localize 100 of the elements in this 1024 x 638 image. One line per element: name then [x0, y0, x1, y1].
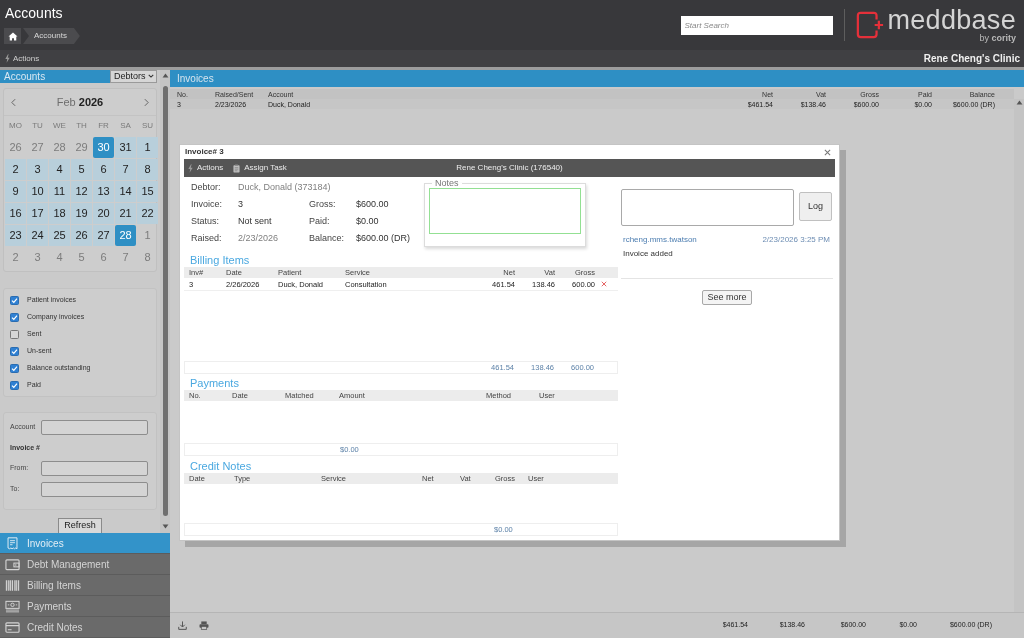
toolbar-button[interactable]: Assign Task: [233, 162, 287, 174]
calendar-day[interactable]: 28: [115, 225, 136, 246]
download-icon[interactable]: [178, 621, 187, 630]
weekday-label: SA: [119, 120, 132, 132]
calendar-day[interactable]: 17: [27, 203, 48, 224]
caret-icon: [148, 74, 154, 78]
calendar-day[interactable]: 22: [137, 203, 158, 224]
weekday-label: MO: [8, 120, 23, 132]
calendar-day[interactable]: 7: [115, 159, 136, 180]
checkbox[interactable]: [10, 330, 19, 339]
input-field[interactable]: [41, 420, 148, 435]
calendar-day[interactable]: 5: [71, 159, 92, 180]
calendar-day[interactable]: 30: [93, 137, 114, 158]
page-title: Accounts: [5, 4, 63, 22]
calendar-day[interactable]: 13: [93, 181, 114, 202]
notes-field[interactable]: [429, 188, 581, 234]
calendar-day[interactable]: 8: [137, 159, 158, 180]
calendar-day[interactable]: 6: [93, 159, 114, 180]
breadcrumb-item[interactable]: Accounts: [23, 28, 80, 44]
nav-item[interactable]: Billing Items: [0, 575, 170, 596]
field-value: $600.00 (DR): [356, 231, 412, 245]
calendar-day[interactable]: 20: [93, 203, 114, 224]
field-label: Debtor:: [191, 180, 222, 194]
field-value: $600.00: [356, 197, 390, 211]
field-value: $0.00: [356, 214, 380, 228]
checkbox[interactable]: [10, 296, 19, 305]
checkbox[interactable]: [10, 313, 19, 322]
calendar-day[interactable]: 1: [137, 137, 158, 158]
print-icon[interactable]: [199, 621, 209, 630]
calendar-day[interactable]: 10: [27, 181, 48, 202]
logo-wordmark: meddbase: [887, 7, 1016, 33]
timestamp: 2/23/2026 3:25 PM: [762, 234, 830, 246]
clinic-name: Rene Cheng's Clinic (176540): [456, 162, 563, 174]
month-label: Feb 2026: [56, 94, 104, 110]
field-value: 3: [238, 197, 244, 211]
bolt-icon: [188, 163, 193, 173]
wallet-icon: [5, 557, 20, 571]
nav-item[interactable]: Credit Notes: [0, 617, 170, 638]
toolbar-button[interactable]: Actions: [188, 162, 224, 174]
log-button[interactable]: Log: [799, 192, 832, 221]
field-label: Raised:: [191, 231, 223, 245]
close-icon[interactable]: [824, 148, 831, 156]
calendar-day[interactable]: 25: [49, 225, 70, 246]
dialog-title: Invoice# 3: [184, 146, 224, 158]
calendar-day[interactable]: 15: [137, 181, 158, 202]
field-value: 2/23/2026: [238, 231, 280, 245]
home-icon: [7, 31, 18, 41]
refresh-button[interactable]: Refresh: [58, 518, 102, 533]
calendar-day[interactable]: 16: [5, 203, 26, 224]
banknote-icon: [5, 599, 20, 613]
input-field[interactable]: [41, 461, 148, 476]
clipboard-icon: [233, 163, 241, 173]
scroll-down-button[interactable]: [161, 524, 169, 529]
barcode-icon: [5, 578, 20, 592]
calendar-day[interactable]: 27: [93, 225, 114, 246]
checkbox[interactable]: [10, 381, 19, 390]
input-field[interactable]: [41, 482, 148, 497]
search-field[interactable]: Start Search: [680, 15, 833, 35]
calendar-day[interactable]: 3: [27, 159, 48, 180]
receipt-icon: [5, 536, 20, 550]
bolt-icon: [5, 54, 10, 63]
panel-title: Accounts: [4, 70, 46, 83]
checkbox[interactable]: [10, 364, 19, 373]
calendar-day[interactable]: 21: [115, 203, 136, 224]
calendar-day[interactable]: 26: [71, 225, 92, 246]
chevron-right-icon[interactable]: [144, 97, 149, 107]
calendar-day[interactable]: 31: [115, 137, 136, 158]
scroll-up-button[interactable]: [1015, 100, 1023, 105]
calendar-day[interactable]: 18: [49, 203, 70, 224]
checkbox[interactable]: [10, 347, 19, 356]
calendar-day[interactable]: 12: [71, 181, 92, 202]
panel-title: Invoices: [177, 72, 214, 86]
section-title: Billing Items: [189, 253, 251, 267]
see-more-button[interactable]: See more: [702, 290, 752, 305]
view-select[interactable]: Debtors: [110, 70, 157, 83]
field-label: Balance:: [309, 231, 346, 245]
calendar-day[interactable]: 4: [49, 159, 70, 180]
field-label: Paid:: [309, 214, 331, 228]
actions-button[interactable]: Actions: [5, 52, 40, 65]
calendar-day[interactable]: 24: [27, 225, 48, 246]
calendar-day[interactable]: 23: [5, 225, 26, 246]
calendar-day[interactable]: 9: [5, 181, 26, 202]
delete-icon[interactable]: [601, 281, 607, 287]
calendar-day[interactable]: 19: [71, 203, 92, 224]
weekday-label: FR: [97, 120, 110, 132]
user-link[interactable]: rcheng.mms.twatson: [623, 234, 697, 246]
weekday-label: SU: [140, 120, 155, 132]
calendar-day[interactable]: 2: [5, 159, 26, 180]
log-field[interactable]: [621, 189, 794, 226]
calendar-day[interactable]: 14: [115, 181, 136, 202]
home-button[interactable]: [4, 28, 21, 44]
section-title: Credit Notes: [189, 459, 253, 473]
nav-item[interactable]: Payments: [0, 596, 170, 617]
field-label: Invoice:: [191, 197, 224, 211]
section-title: Payments: [189, 376, 240, 390]
scrollbar-thumb[interactable]: [162, 86, 168, 516]
scroll-up-button[interactable]: [161, 73, 169, 78]
nav-item[interactable]: Debt Management: [0, 554, 170, 575]
chevron-left-icon[interactable]: [11, 97, 16, 107]
calendar-day[interactable]: 11: [49, 181, 70, 202]
